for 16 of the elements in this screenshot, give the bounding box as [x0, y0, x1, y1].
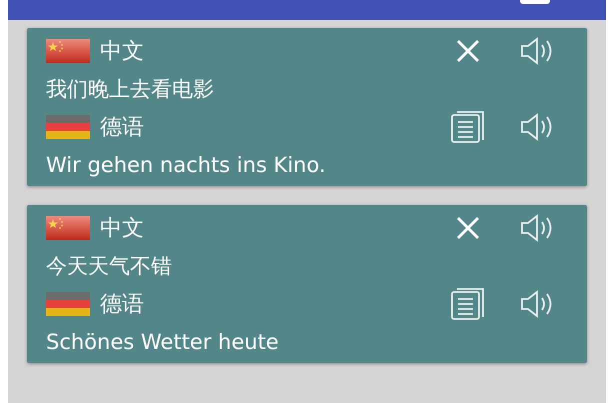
flag-icon [46, 216, 90, 240]
flag-icon [46, 39, 90, 63]
flag-icon [46, 115, 90, 139]
copy-icon[interactable] [450, 287, 486, 321]
language-label: 德语 [100, 114, 144, 142]
language-label: 中文 [100, 215, 144, 243]
close-icon[interactable] [456, 39, 480, 63]
language-label: 中文 [100, 38, 144, 66]
target-text: Schönes Wetter heute [46, 330, 279, 354]
source-text: 我们晚上去看电影 [46, 76, 214, 103]
language-label: 德语 [100, 291, 144, 319]
copy-icon[interactable] [450, 110, 486, 144]
source-text: 今天天气不错 [46, 253, 172, 280]
close-icon[interactable] [456, 216, 480, 240]
target-text: Wir gehen nachts ins Kino. [46, 153, 326, 177]
flag-icon [46, 292, 90, 316]
